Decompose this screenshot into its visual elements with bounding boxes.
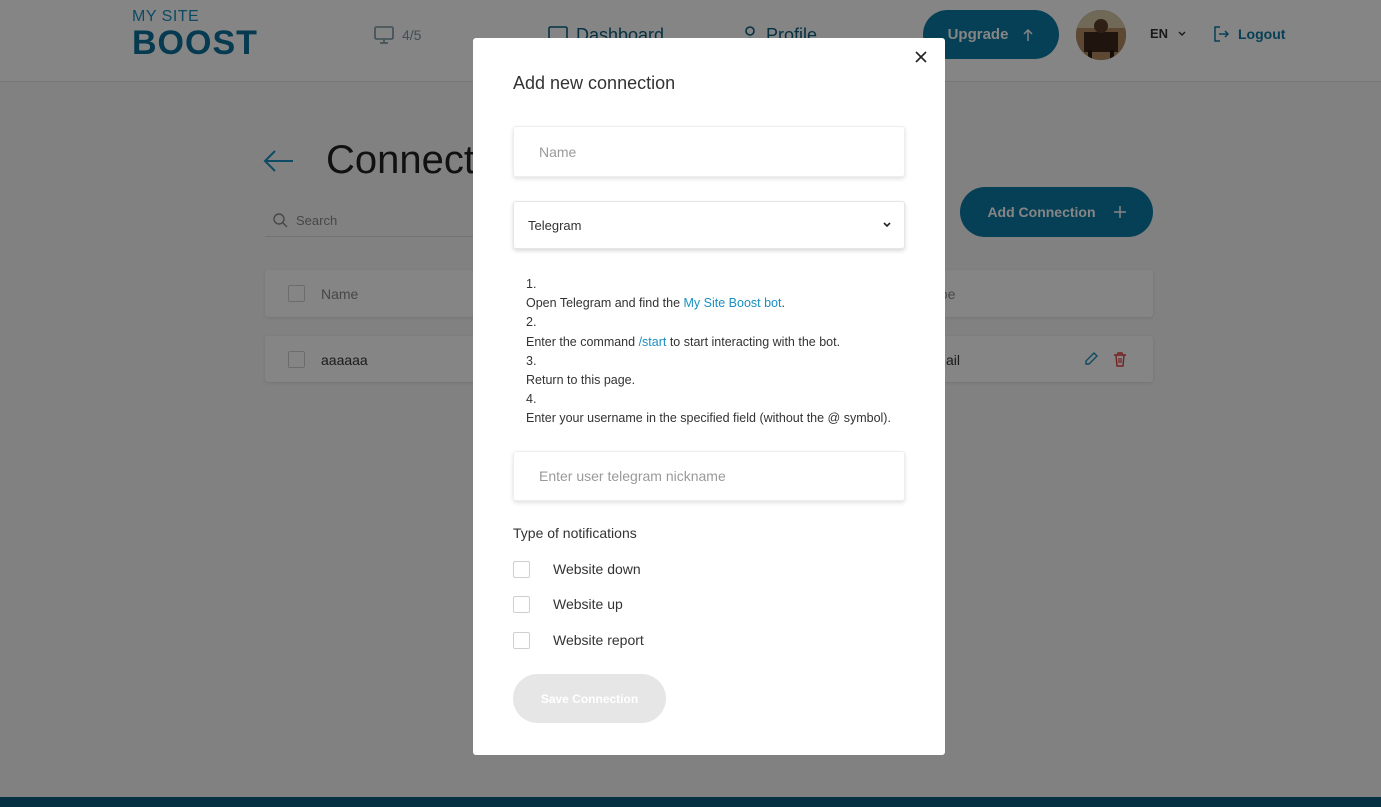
bot-link[interactable]: My Site Boost bot bbox=[684, 296, 782, 310]
name-input[interactable] bbox=[514, 127, 904, 176]
step-number: 3. bbox=[526, 353, 537, 368]
step-text: Open Telegram and find the My Site Boost… bbox=[526, 296, 785, 311]
start-command-link[interactable]: /start bbox=[639, 335, 667, 349]
step-number: 1. bbox=[526, 277, 537, 291]
option-website-up[interactable]: Website up bbox=[513, 595, 623, 613]
chevron-down-icon bbox=[883, 222, 891, 228]
add-connection-modal: Add new connection Telegram 1. Open Tele… bbox=[473, 38, 945, 755]
close-icon[interactable] bbox=[914, 50, 928, 64]
website-report-checkbox[interactable] bbox=[513, 631, 530, 649]
telegram-nickname-field[interactable] bbox=[513, 451, 905, 501]
option-website-down[interactable]: Website down bbox=[513, 560, 641, 578]
step-number: 4. bbox=[526, 392, 537, 407]
website-up-checkbox[interactable] bbox=[513, 595, 530, 613]
connection-type-value: Telegram bbox=[528, 217, 582, 233]
name-field[interactable] bbox=[513, 126, 905, 177]
website-up-label: Website up bbox=[553, 596, 623, 612]
step-text: Enter your username in the specified fie… bbox=[526, 411, 891, 426]
option-website-report[interactable]: Website report bbox=[513, 631, 644, 649]
website-down-checkbox[interactable] bbox=[513, 560, 530, 578]
step-text: Enter the command /start to start intera… bbox=[526, 334, 841, 349]
telegram-nickname-input[interactable] bbox=[514, 452, 904, 500]
step-number: 2. bbox=[526, 315, 537, 330]
setup-instructions: 1. Open Telegram and find the My Site Bo… bbox=[526, 275, 891, 429]
step-text: Return to this page. bbox=[526, 373, 636, 388]
website-report-label: Website report bbox=[553, 632, 644, 648]
website-down-label: Website down bbox=[553, 561, 641, 577]
notifications-title: Type of notifications bbox=[513, 525, 637, 541]
connection-type-select[interactable]: Telegram bbox=[513, 201, 905, 249]
modal-title: Add new connection bbox=[513, 73, 676, 93]
save-connection-button[interactable]: Save Connection bbox=[513, 674, 666, 723]
